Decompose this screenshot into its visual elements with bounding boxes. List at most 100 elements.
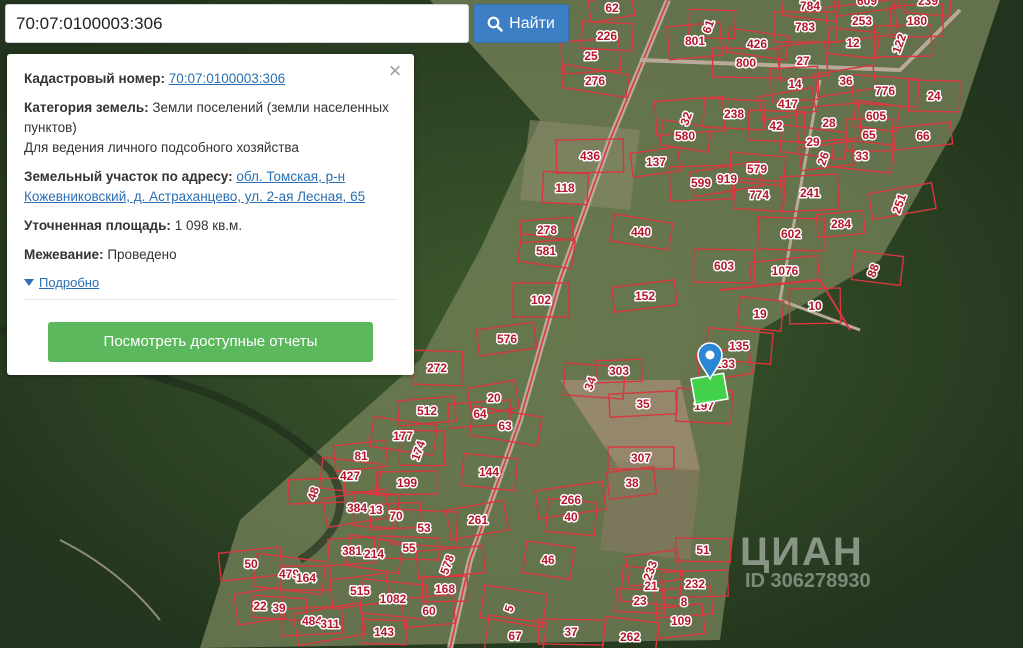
plot-number-label: 29	[806, 135, 820, 149]
search-button-label: Найти	[509, 14, 555, 32]
close-icon[interactable]: ×	[385, 60, 405, 82]
plot-number-label: 55	[402, 541, 416, 555]
plot-number-label: 801	[685, 34, 705, 48]
plot-number-label: 46	[541, 553, 555, 567]
watermark: ЦИАН	[740, 530, 864, 574]
plot-number-label: 800	[736, 56, 756, 70]
plot-number-label: 311	[320, 617, 340, 631]
plot-number-label: 239	[918, 0, 938, 8]
plot-number-label: 64	[473, 407, 487, 421]
plot-number-label: 8	[681, 595, 688, 609]
details-label: Подробно	[39, 275, 100, 290]
area-label: Уточненная площадь:	[24, 218, 171, 233]
cadastral-number-link[interactable]: 70:07:0100003:306	[169, 71, 285, 86]
plot-number-label: 605	[866, 109, 886, 123]
plot-number-label: 609	[857, 0, 877, 8]
plot-number-label: 135	[729, 339, 749, 353]
plot-number-label: 53	[417, 521, 431, 535]
plot-number-label: 63	[498, 419, 512, 433]
plot-number-label: 599	[691, 176, 711, 190]
plot-number-label: 23	[633, 594, 647, 608]
plot-number-label: 36	[839, 74, 853, 88]
area-row: Уточненная площадь: 1 098 кв.м.	[24, 216, 397, 236]
plot-number-label: 241	[800, 186, 820, 200]
plot-number-label: 436	[580, 149, 600, 163]
plot-number-label: 253	[852, 14, 872, 28]
category-label: Категория земель:	[24, 100, 149, 115]
plot-number-label: 39	[272, 601, 286, 615]
plot-number-label: 180	[907, 14, 927, 28]
plot-number-label: 307	[631, 451, 651, 465]
plot-number-label: 14	[788, 77, 802, 91]
plot-number-label: 25	[584, 49, 598, 63]
plot-number-label: 40	[564, 510, 578, 524]
plot-number-label: 152	[635, 289, 655, 303]
plot-number-label: 580	[675, 129, 695, 143]
plot-number-label: 118	[555, 181, 575, 195]
plot-number-label: 42	[769, 119, 783, 133]
plot-number-label: 27	[796, 54, 810, 68]
plot-number-label: 109	[671, 614, 691, 628]
plot-number-label: 776	[875, 84, 895, 98]
caret-down-icon	[24, 279, 34, 286]
plot-number-label: 35	[636, 397, 650, 411]
plot-number-label: 919	[717, 172, 737, 186]
address-link-line1[interactable]: обл. Томская, р-н	[236, 169, 345, 184]
bare-field	[520, 120, 640, 210]
plot-number-label: 19	[753, 307, 767, 321]
watermark-id: ID 306278930	[745, 570, 871, 592]
search-icon	[487, 16, 503, 32]
parcel-info-panel: × Кадастровый номер: 70:07:0100003:306 К…	[7, 54, 414, 375]
plot-number-label: 261	[468, 513, 488, 527]
plot-number-label: 512	[417, 404, 437, 418]
plot-number-label: 774	[749, 188, 769, 202]
plot-number-label: 70	[389, 509, 403, 523]
plot-number-label: 515	[350, 584, 370, 598]
plot-number-label: 62	[605, 1, 619, 15]
plot-number-label: 21	[644, 579, 658, 593]
plot-number-label: 51	[696, 543, 710, 557]
plot-number-label: 33	[855, 149, 869, 163]
plot-number-label: 24	[927, 89, 941, 103]
plot-number-label: 1082	[380, 592, 407, 606]
plot-number-label: 177	[393, 429, 413, 443]
plot-number-label: 602	[781, 227, 801, 241]
search-input[interactable]	[5, 4, 469, 43]
divider	[24, 299, 397, 300]
plot-number-label: 137	[646, 155, 666, 169]
plot-number-label: 262	[620, 630, 640, 644]
address-link-line2[interactable]: Кожевниковский, д. Астраханцево, ул. 2-а…	[24, 189, 365, 204]
plot-number-label: 384	[347, 501, 367, 515]
plot-number-label: 28	[822, 116, 836, 130]
plot-number-label: 381	[342, 544, 362, 558]
search-button[interactable]: Найти	[473, 4, 569, 43]
plot-number-label: 67	[508, 629, 522, 643]
plot-number-label: 266	[561, 493, 581, 507]
survey-label: Межевание:	[24, 247, 104, 262]
plot-number-label: 784	[800, 0, 820, 13]
details-toggle[interactable]: Подробно	[24, 273, 397, 293]
plot-number-label: 238	[724, 107, 744, 121]
survey-row: Межевание: Проведено	[24, 245, 397, 265]
address-row: Земельный участок по адресу: обл. Томска…	[24, 167, 397, 207]
plot-number-label: 783	[795, 20, 815, 34]
plot-number-label: 417	[778, 97, 798, 111]
plot-number-label: 81	[354, 449, 368, 463]
plot-number-label: 276	[585, 74, 605, 88]
plot-number-label: 440	[631, 225, 651, 239]
plot-number-label: 168	[435, 582, 455, 596]
plot-number-label: 581	[536, 244, 556, 258]
plot-number-label: 1076	[772, 264, 799, 278]
plot-number-label: 284	[831, 217, 851, 231]
plot-number-label: 37	[564, 625, 578, 639]
view-reports-button[interactable]: Посмотреть доступные отчеты	[48, 322, 373, 362]
plot-number-label: 226	[597, 29, 617, 43]
plot-number-label: 50	[244, 557, 258, 571]
area-value: 1 098 кв.м.	[174, 218, 243, 233]
plot-number-label: 427	[340, 469, 360, 483]
category-row: Категория земель: Земли поселений (земли…	[24, 98, 397, 138]
plot-number-label: 144	[479, 465, 499, 479]
plot-number-label: 214	[364, 547, 384, 561]
plot-number-label: 66	[916, 129, 930, 143]
plot-number-label: 199	[397, 476, 417, 490]
